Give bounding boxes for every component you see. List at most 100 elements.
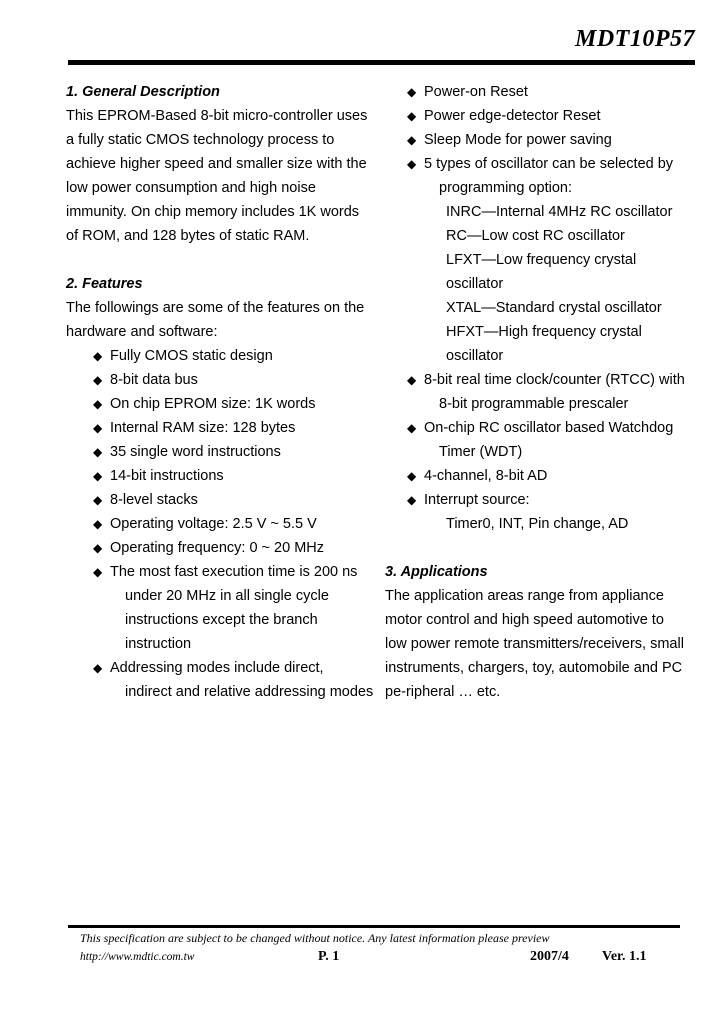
feature-left-item-line: 8-level stacks	[110, 492, 198, 508]
footer-disclaimer: This specification are subject to be cha…	[80, 931, 550, 945]
general-description-paragraph: This EPROM-Based 8-bit micro-controller …	[66, 104, 378, 248]
feature-right-item: ◆ On-chip RC oscillator based Watchdog Tim…	[407, 416, 695, 464]
diamond-bullet-icon: ◆	[93, 661, 103, 675]
applications-line: motor control and high speed automotive …	[385, 612, 664, 628]
feature-left-item-line: The most fast execution time is 200 ns	[110, 564, 358, 580]
feature-right-item-line: Sleep Mode for power saving	[424, 132, 612, 148]
feature-left-item-line: Fully CMOS static design	[110, 348, 273, 364]
section-heading-applications: 3. Applications	[385, 564, 488, 580]
page-title: MDT10P57	[575, 26, 695, 52]
feature-right-item: ◆ Interrupt source: Timer0, INT, Pin chang…	[407, 488, 695, 536]
feature-right-item: ◆ Power-on Reset	[407, 80, 695, 104]
feature-left-item: ◆ On chip EPROM size: 1K words	[93, 392, 378, 416]
features-intro-line: hardware and software:	[66, 324, 218, 340]
diamond-bullet-icon: ◆	[93, 421, 103, 435]
feature-left-item: ◆ Fully CMOS static design	[93, 344, 378, 368]
general-description-line: This EPROM-Based 8-bit micro-controller …	[66, 108, 368, 124]
general-description-line: of ROM, and 128 bytes of static RAM.	[66, 228, 310, 244]
feature-right-sublist-item: Timer0, INT, Pin change, AD	[446, 516, 629, 532]
feature-left-item-line: Operating voltage: 2.5 V ~ 5.5 V	[110, 516, 317, 532]
feature-right-item-line: programming option:	[439, 180, 572, 196]
features-list-right: ◆ Power-on Reset ◆ Power edge-detector Rese…	[407, 80, 695, 536]
diamond-bullet-icon: ◆	[407, 157, 417, 171]
applications-paragraph: The application areas range from applian…	[385, 584, 695, 704]
features-intro-line: The followings are some of the features …	[66, 300, 365, 316]
feature-right-item: ◆ Power edge-detector Reset	[407, 104, 695, 128]
applications-line: The application areas range from applian…	[385, 588, 664, 604]
feature-right-item-line: 4-channel, 8-bit AD	[424, 468, 548, 484]
feature-right-sublist-item: HFXT—High frequency crystal	[446, 324, 642, 340]
diamond-bullet-icon: ◆	[93, 469, 103, 483]
applications-line: pe-ripheral … etc.	[385, 684, 501, 700]
applications-line: instruments, chargers, toy, automobile a…	[385, 660, 683, 676]
footer-version: Ver. 1.1	[602, 949, 647, 964]
header-divider	[68, 60, 695, 65]
feature-left-item-line: Addressing modes include direct,	[110, 660, 324, 676]
feature-left-item-line: Internal RAM size: 128 bytes	[110, 420, 296, 436]
feature-right-item: ◆ Sleep Mode for power saving	[407, 128, 695, 152]
feature-left-item-line: instruction	[125, 636, 192, 652]
footer-url[interactable]: http://www.mdtic.com.tw	[80, 951, 194, 963]
diamond-bullet-icon: ◆	[93, 349, 103, 363]
feature-left-item-line: 35 single word instructions	[110, 444, 281, 460]
feature-left-item-line: instructions except the branch	[125, 612, 318, 628]
features-list-left: ◆ Fully CMOS static design ◆ 8-bit data bus…	[93, 344, 378, 704]
feature-left-item-line: 8-bit data bus	[110, 372, 198, 388]
feature-right-item-line: Interrupt source:	[424, 492, 530, 508]
section-heading-general-description: 1. General Description	[66, 84, 220, 100]
diamond-bullet-icon: ◆	[93, 397, 103, 411]
feature-left-item: ◆ Operating frequency: 0 ~ 20 MHz	[93, 536, 378, 560]
diamond-bullet-icon: ◆	[407, 85, 417, 99]
feature-right-item-line: 8-bit real time clock/counter (RTCC) wit…	[424, 372, 685, 388]
feature-right-sublist-item: LFXT—Low frequency crystal	[446, 252, 637, 268]
feature-left-item: ◆ The most fast execution time is 200 ns u…	[93, 560, 378, 656]
feature-left-item: ◆ 8-bit data bus	[93, 368, 378, 392]
diamond-bullet-icon: ◆	[407, 421, 417, 435]
diamond-bullet-icon: ◆	[407, 109, 417, 123]
diamond-bullet-icon: ◆	[407, 133, 417, 147]
feature-left-item: ◆ Operating voltage: 2.5 V ~ 5.5 V	[93, 512, 378, 536]
feature-right-item-line: 5 types of oscillator can be selected by	[424, 156, 674, 172]
section-heading-features: 2. Features	[66, 276, 143, 292]
applications-line: low power remote transmitters/receivers,…	[385, 636, 684, 652]
feature-left-item: ◆ Internal RAM size: 128 bytes	[93, 416, 378, 440]
datasheet-page: MDT10P57 1. General Description This EPR…	[0, 0, 720, 1012]
feature-left-item-line: under 20 MHz in all single cycle	[125, 588, 329, 604]
feature-right-item-line: Timer (WDT)	[439, 444, 523, 460]
feature-right-sublist-item: oscillator	[446, 348, 504, 364]
feature-right-item: ◆ 4-channel, 8-bit AD	[407, 464, 695, 488]
right-column: ◆ Power-on Reset ◆ Power edge-detector Rese…	[385, 80, 695, 704]
footer-date: 2007/4	[530, 949, 569, 964]
feature-right-sublist-item: oscillator	[446, 276, 504, 292]
feature-right-sublist-item: RC—Low cost RC oscillator	[446, 228, 625, 244]
feature-right-item-line: On-chip RC oscillator based Watchdog	[424, 420, 674, 436]
diamond-bullet-icon: ◆	[93, 565, 103, 579]
diamond-bullet-icon: ◆	[93, 541, 103, 555]
feature-right-sublist-item: XTAL—Standard crystal oscillator	[446, 300, 662, 316]
general-description-line: a fully static CMOS technology process t…	[66, 132, 335, 148]
feature-left-item: ◆ Addressing modes include direct, indirec…	[93, 656, 378, 704]
feature-right-sublist: Timer0, INT, Pin change, AD	[446, 512, 695, 536]
feature-left-item-line: 14-bit instructions	[110, 468, 224, 484]
diamond-bullet-icon: ◆	[93, 445, 103, 459]
feature-right-item: ◆ 5 types of oscillator can be selected b…	[407, 152, 695, 368]
feature-right-sublist: INRC—Internal 4MHz RC oscillator RC—Low c…	[446, 200, 695, 368]
general-description-line: achieve higher speed and smaller size wi…	[66, 156, 367, 172]
feature-left-item-line: indirect and relative addressing modes	[125, 684, 374, 700]
diamond-bullet-icon: ◆	[407, 373, 417, 387]
feature-left-item-line: On chip EPROM size: 1K words	[110, 396, 316, 412]
left-column: 1. General Description This EPROM-Based …	[66, 80, 378, 704]
feature-left-item: ◆ 35 single word instructions	[93, 440, 378, 464]
diamond-bullet-icon: ◆	[93, 373, 103, 387]
general-description-line: immunity. On chip memory includes 1K wor…	[66, 204, 360, 220]
features-intro-paragraph: The followings are some of the features …	[66, 296, 378, 344]
section-gap-right	[385, 536, 695, 560]
feature-right-item-line: 8-bit programmable prescaler	[439, 396, 629, 412]
feature-left-item-line: Operating frequency: 0 ~ 20 MHz	[110, 540, 324, 556]
feature-right-item-line: Power-on Reset	[424, 84, 528, 100]
general-description-line: low power consumption and high noise	[66, 180, 316, 196]
footer-divider	[68, 925, 680, 928]
feature-right-item-line: Power edge-detector Reset	[424, 108, 601, 124]
footer-row: http://www.mdtic.com.tw P. 1 2007/4 Ver.…	[80, 949, 680, 971]
